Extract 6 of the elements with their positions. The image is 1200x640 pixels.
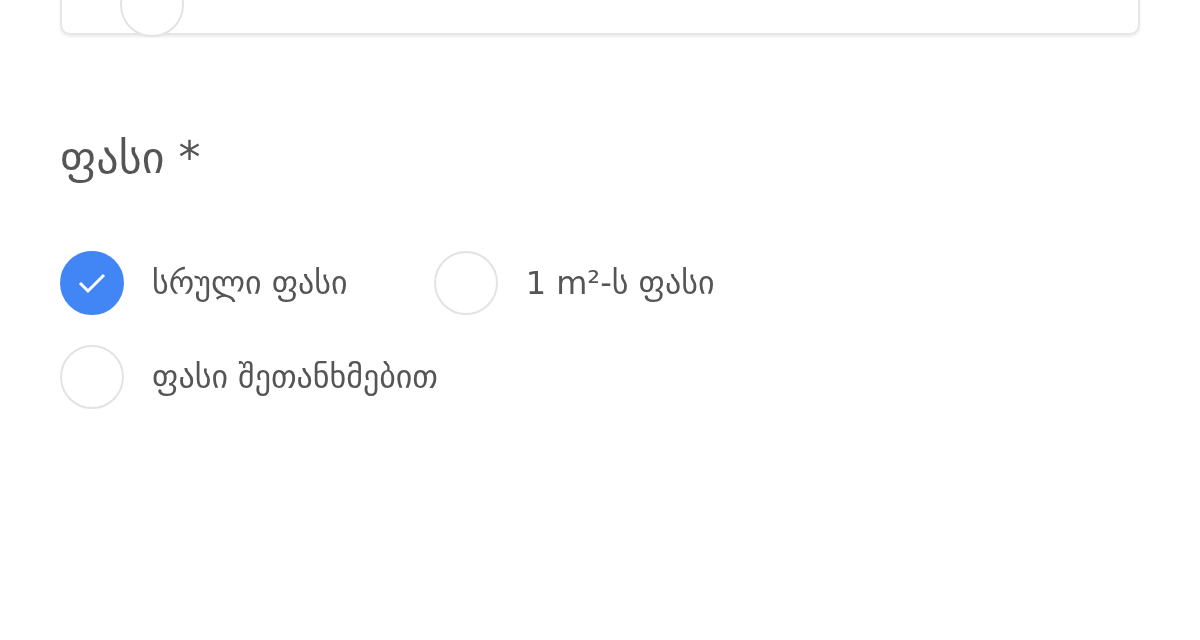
option-label[interactable]: 1 m²-ს ფასი — [525, 259, 715, 307]
section-heading: ფასი * — [60, 131, 202, 185]
radio-button[interactable] — [60, 251, 124, 315]
check-icon — [77, 271, 107, 295]
option-label[interactable]: სრული ფასი — [152, 259, 348, 307]
option-label[interactable]: ფასი შეთანხმებით — [152, 353, 438, 401]
